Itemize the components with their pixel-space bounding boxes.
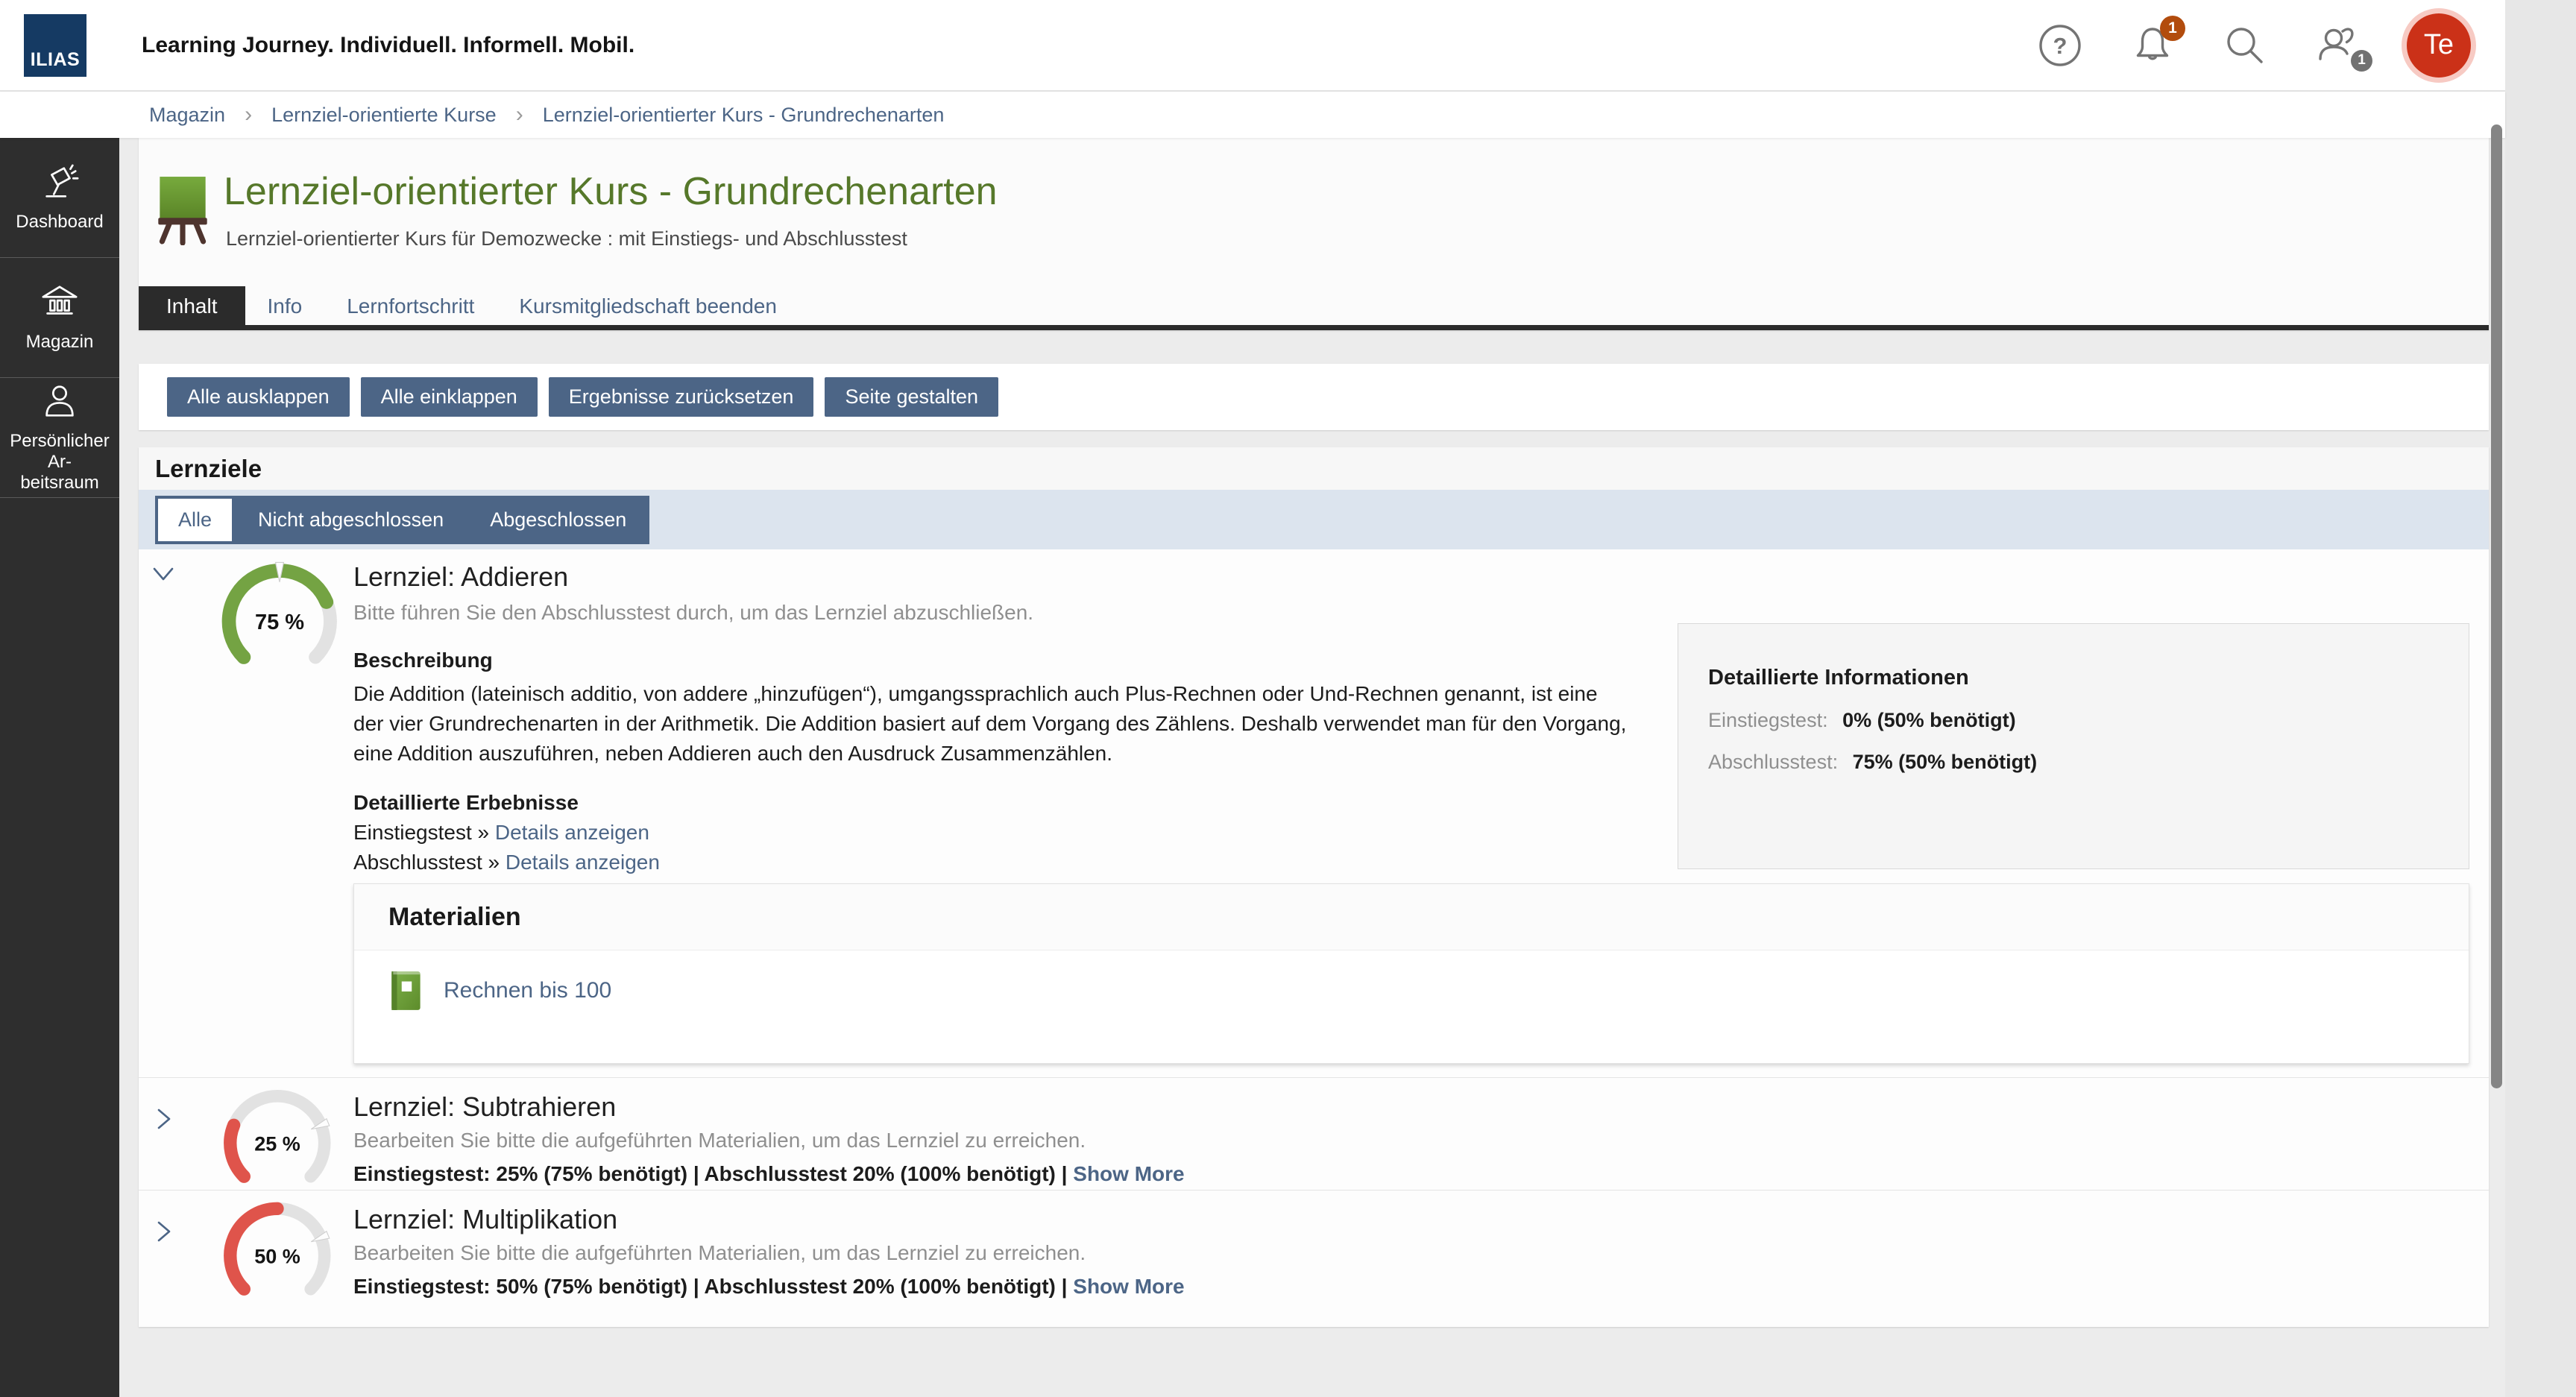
breadcrumb: Magazin › Lernziel-orientierte Kurse › L… [0, 92, 2505, 138]
page-title: Lernziel-orientierter Kurs - Grundrechen… [224, 169, 998, 214]
info-label: Einstiegstest: [1708, 709, 1828, 731]
edit-page-button[interactable]: Seite gestalten [825, 377, 998, 417]
summary-text: Einstiegstest: 25% (75% benötigt) | Absc… [353, 1162, 1068, 1185]
svg-text:?: ? [2053, 33, 2068, 59]
progress-gauge: 50 % [218, 1194, 336, 1317]
topbar-claim: Learning Journey. Individuell. Informell… [142, 33, 634, 58]
sidebar-item-label: Persönlicher Ar- beitsraum [0, 431, 119, 494]
info-label: Abschlusstest: [1708, 751, 1838, 773]
details-anzeigen-link[interactable]: Details anzeigen [506, 851, 660, 874]
filter-alle[interactable]: Alle [158, 499, 232, 541]
sidebar-item-label: Magazin [26, 332, 94, 353]
sidebar-item-label: Dashboard [16, 212, 103, 233]
ilias-app: ILIAS Learning Journey. Individuell. Inf… [0, 0, 2576, 1397]
collapse-all-button[interactable]: Alle einklappen [361, 377, 538, 417]
filter-abgeschlossen[interactable]: Abgeschlossen [467, 496, 649, 544]
notification-badge: 1 [2160, 16, 2185, 41]
tab-info[interactable]: Info [245, 286, 325, 325]
materials-heading: Materialien [354, 884, 2469, 950]
toolbar: Alle ausklappen Alle einklappen Ergebnis… [139, 364, 2489, 430]
objective-status-text: Bearbeiten Sie bitte die aufgeführten Ma… [353, 1241, 2459, 1265]
avatar-initials: Te [2424, 29, 2454, 61]
objective-content: Lernziel: Multiplikation Bearbeiten Sie … [353, 1204, 2459, 1299]
objective-title: Lernziel: Addieren [353, 561, 2459, 593]
tab-kursmitgliedschaft-beenden[interactable]: Kursmitgliedschaft beenden [497, 286, 799, 325]
progress-gauge: 25 % [218, 1082, 336, 1205]
course-subtitle: Lernziel-orientierter Kurs für Demozweck… [226, 227, 907, 250]
info-panel-heading: Detaillierte Informationen [1708, 666, 2439, 690]
objective-title: Lernziel: Subtrahieren [353, 1091, 2459, 1123]
detailed-info-panel: Detaillierte Informationen Einstiegstest… [1678, 623, 2469, 869]
objective-row-multiplikation: 50 % Lernziel: Multiplikation Bearbeiten… [139, 1191, 2489, 1325]
learning-module-book-icon [391, 970, 423, 1012]
progress-value: 25 % [218, 1132, 336, 1155]
filter-group: Alle Nicht abgeschlossen Abgeschlossen [155, 496, 649, 544]
result-label: Einstiegstest » [353, 821, 489, 844]
objective-summary: Einstiegstest: 50% (75% benötigt) | Absc… [353, 1275, 2459, 1299]
personal-workspace-icon [40, 382, 80, 422]
info-row-einstiegstest: Einstiegstest: 0% (50% benötigt) [1708, 709, 2439, 732]
topbar: ILIAS Learning Journey. Individuell. Inf… [0, 0, 2505, 91]
breadcrumb-separator: › [245, 102, 252, 127]
collapse-chevron-down-icon[interactable] [149, 560, 177, 592]
course-header: Lernziel-orientierter Kurs - Grundrechen… [139, 138, 2489, 330]
objectives-filter-band: Alle Nicht abgeschlossen Abgeschlossen [139, 490, 2489, 549]
sidebar-item-dashboard[interactable]: Dashboard [0, 138, 119, 258]
tab-inhalt[interactable]: Inhalt [139, 286, 245, 325]
sidebar-item-personal-workspace[interactable]: Persönlicher Ar- beitsraum [0, 378, 119, 498]
course-easel-icon [158, 175, 207, 245]
sidebar-item-magazin[interactable]: Magazin [0, 258, 119, 378]
ilias-logo-text: ILIAS [31, 49, 80, 71]
objective-status-text: Bearbeiten Sie bitte die aufgeführten Ma… [353, 1129, 2459, 1152]
progress-value: 50 % [218, 1245, 336, 1268]
notifications-icon[interactable]: 1 [2129, 22, 2176, 69]
breadcrumb-item-magazin[interactable]: Magazin [149, 104, 225, 127]
contacts-badge: 1 [2351, 50, 2372, 72]
breadcrumb-item-kurse[interactable]: Lernziel-orientierte Kurse [271, 104, 497, 127]
search-icon[interactable] [2222, 22, 2268, 69]
material-item-rechnen-bis-100[interactable]: Rechnen bis 100 [391, 970, 2469, 1012]
expand-chevron-right-icon[interactable] [149, 1105, 177, 1137]
materials-box: Materialien [353, 883, 2469, 1064]
material-link[interactable]: Rechnen bis 100 [444, 978, 611, 1003]
objectives-panel: Lernziele Alle Nicht abgeschlossen Abges… [139, 447, 2489, 1327]
expand-all-button[interactable]: Alle ausklappen [167, 377, 350, 417]
details-anzeigen-link[interactable]: Details anzeigen [495, 821, 649, 844]
sidebar: Dashboard Magazin Persönlicher Ar- beits… [0, 138, 119, 1397]
breadcrumb-separator: › [516, 102, 523, 127]
objective-title: Lernziel: Multiplikation [353, 1204, 2459, 1235]
objectives-header: Lernziele [139, 447, 2489, 490]
show-more-link[interactable]: Show More [1073, 1162, 1184, 1185]
main-content: Lernziel-orientierter Kurs - Grundrechen… [119, 138, 2505, 1397]
contacts-icon[interactable]: 1 [2314, 22, 2361, 69]
progress-gauge: 75 % [216, 555, 343, 687]
summary-text: Einstiegstest: 50% (75% benötigt) | Absc… [353, 1275, 1068, 1298]
ilias-logo[interactable]: ILIAS [24, 14, 86, 77]
info-row-abschlusstest: Abschlusstest: 75% (50% benötigt) [1708, 751, 2439, 774]
objective-content: Lernziel: Subtrahieren Bearbeiten Sie bi… [353, 1091, 2459, 1186]
dashboard-lamp-icon [40, 163, 80, 203]
objective-row-addieren: 75 % Lernziel: Addieren Bitte führen Sie… [139, 549, 2489, 1078]
objective-row-subtrahieren: 25 % Lernziel: Subtrahieren Bearbeiten S… [139, 1078, 2489, 1191]
help-icon[interactable]: ? [2037, 22, 2083, 69]
reset-results-button[interactable]: Ergebnisse zurücksetzen [549, 377, 814, 417]
show-more-link[interactable]: Show More [1073, 1275, 1184, 1298]
progress-value: 75 % [216, 610, 343, 634]
objective-summary: Einstiegstest: 25% (75% benötigt) | Absc… [353, 1162, 2459, 1186]
description-text: Die Addition (lateinisch additio, von ad… [353, 679, 1632, 769]
objectives-heading: Lernziele [155, 455, 262, 483]
result-label: Abschlusstest » [353, 851, 500, 874]
objective-status-text: Bitte führen Sie den Abschlusstest durch… [353, 601, 2459, 625]
info-value: 75% (50% benötigt) [1853, 751, 2038, 773]
expand-chevron-right-icon[interactable] [149, 1217, 177, 1249]
filter-nicht-abgeschlossen[interactable]: Nicht abgeschlossen [235, 496, 467, 544]
breadcrumb-item-current[interactable]: Lernziel-orientierter Kurs - Grundrechen… [543, 104, 945, 127]
repository-building-icon [40, 283, 80, 323]
course-tabs: Inhalt Info Lernfortschritt Kursmitglied… [139, 286, 2489, 330]
tab-lernfortschritt[interactable]: Lernfortschritt [324, 286, 497, 325]
info-value: 0% (50% benötigt) [1842, 709, 2016, 731]
vertical-scrollbar[interactable] [2491, 124, 2502, 1088]
topbar-icons: ? 1 [2037, 13, 2471, 78]
avatar[interactable]: Te [2407, 13, 2471, 78]
